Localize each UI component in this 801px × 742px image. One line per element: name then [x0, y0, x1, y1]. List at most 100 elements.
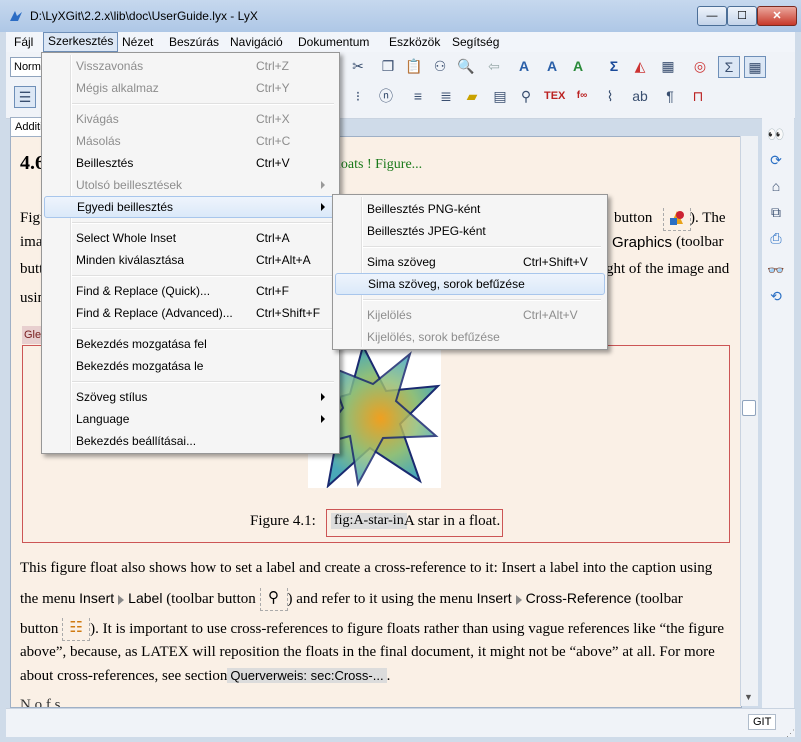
menu-language[interactable]: Language	[44, 408, 337, 430]
search-icon[interactable]: 🔍	[456, 56, 476, 76]
view-eyes-icon[interactable]: 👀	[766, 124, 786, 144]
math-sigma-icon[interactable]: Σ	[604, 56, 624, 76]
para2-line3-b: ). It is important to use cross-referenc…	[90, 620, 725, 637]
menu-paste[interactable]: Beillesztés Ctrl+V	[44, 152, 337, 174]
menu-insert-text: Insert	[79, 589, 115, 606]
text-style-icon[interactable]: ab	[630, 86, 650, 106]
menu-move-paragraph-up[interactable]: Bekezdés mozgatása fel	[44, 333, 337, 355]
paste-icon[interactable]: 📋	[404, 56, 424, 76]
bookmark-icon[interactable]: ⊓	[688, 86, 708, 106]
label-button-icon: ⚲	[259, 588, 288, 611]
vertical-scrollbar[interactable]	[740, 136, 758, 706]
menu-separator	[72, 222, 334, 224]
menu-navigate[interactable]: Navigáció	[226, 33, 287, 51]
menu-separator	[72, 328, 334, 330]
menu-copy[interactable]: Másolás Ctrl+C	[44, 130, 337, 152]
menu-paste-selection-join-lines[interactable]: Kijelölés, sorok befűzése	[335, 326, 605, 348]
view-other-icon[interactable]: 👓	[766, 260, 786, 280]
para1-line2-end: (toolbar	[676, 234, 724, 250]
resize-grip-icon[interactable]: ⋰	[786, 728, 795, 739]
footnote-icon[interactable]: f∞	[572, 86, 592, 106]
para1-line3-end: ght of the image and	[606, 261, 730, 277]
menu-paste-png[interactable]: Beillesztés PNG-ként	[335, 198, 605, 220]
binoculars-icon[interactable]: ⚇	[430, 56, 450, 76]
menu-view[interactable]: Nézet	[118, 33, 157, 51]
menu-file[interactable]: Fájl	[10, 33, 37, 51]
attach-icon[interactable]: ⌇	[600, 86, 620, 106]
menu-arrow-icon-2	[515, 594, 522, 605]
folder-view-icon[interactable]: ⌂	[766, 176, 786, 196]
para2-line2-c: ) and refer to it using the menu	[287, 590, 473, 607]
submenu-arrow-icon	[321, 181, 325, 189]
back-arrow-icon[interactable]: ⇦	[484, 56, 504, 76]
scroll-down-icon[interactable]: ▼	[744, 692, 753, 702]
menu-select-whole-inset[interactable]: Select Whole Inset Ctrl+A	[44, 227, 337, 249]
menu-undo[interactable]: Visszavonás Ctrl+Z	[44, 55, 337, 77]
insert-graphics-icon[interactable]: ◭	[630, 56, 650, 76]
menu-find-replace-quick[interactable]: Find & Replace (Quick)... Ctrl+F	[44, 280, 337, 302]
menu-arrow-icon	[118, 594, 125, 605]
para1-line2-start: ima	[20, 234, 43, 250]
para2-line4: above”, because, as LATEX will repositio…	[20, 644, 715, 660]
menu-document[interactable]: Dokumentum	[294, 33, 373, 51]
index-entry-label[interactable]: loats ! Figure...	[337, 157, 422, 173]
menu-tools[interactable]: Eszközök	[385, 33, 444, 51]
crossref-inset[interactable]: Querverweis: sec:Cross-...	[227, 668, 387, 683]
update-other-icon[interactable]: ⟲	[766, 286, 786, 306]
menu-cut[interactable]: Kivágás Ctrl+X	[44, 108, 337, 130]
scrollbar-thumb[interactable]	[742, 400, 756, 416]
box-icon[interactable]: ▤	[490, 86, 510, 106]
menu-paste-jpeg[interactable]: Beillesztés JPEG-ként	[335, 220, 605, 242]
menu-select-all[interactable]: Minden kiválasztása Ctrl+Alt+A	[44, 249, 337, 271]
para1-line1-end: button	[614, 210, 653, 226]
menu-find-replace-advanced[interactable]: Find & Replace (Advanced)... Ctrl+Shift+F	[44, 302, 337, 324]
para2-line2-d: (toolbar	[631, 590, 683, 607]
tex-code-icon[interactable]: TEX	[544, 86, 565, 106]
paragraph-icon[interactable]: ¶	[660, 86, 680, 106]
compass-icon[interactable]: ◎	[690, 56, 710, 76]
close-button[interactable]: ✕	[757, 6, 797, 26]
menu-help[interactable]: Segítség	[448, 33, 503, 51]
copy-icon[interactable]: ❐	[378, 56, 398, 76]
menu-paragraph-settings[interactable]: Bekezdés beállításai...	[44, 430, 337, 452]
menu-insert[interactable]: Beszúrás	[165, 33, 223, 51]
cut-icon[interactable]: ✂	[348, 56, 368, 76]
menu-paste-plain-text[interactable]: Sima szöveg Ctrl+Shift+V	[335, 251, 605, 273]
menu-recent-pastes[interactable]: Utolsó beillesztések	[44, 174, 337, 196]
note-icon[interactable]: ▰	[462, 86, 482, 106]
export-icon[interactable]: ⎙	[766, 228, 786, 248]
para2-line3-a: button	[20, 620, 59, 637]
refresh-icon[interactable]: ⟳	[766, 150, 786, 170]
menu-text-style[interactable]: Szöveg stílus	[44, 386, 337, 408]
menu-redo[interactable]: Mégis alkalmaz Ctrl+Y	[44, 77, 337, 99]
menu-separator	[363, 246, 601, 248]
lyx-app-icon	[10, 11, 22, 21]
para3-cut-line: N o f s	[20, 697, 61, 707]
align-left-icon[interactable]: ≡	[408, 86, 428, 106]
menu-move-paragraph-down[interactable]: Bekezdés mozgatása le	[44, 355, 337, 377]
maximize-button[interactable]: ☐	[727, 6, 757, 26]
update-icon[interactable]: ⧉	[766, 202, 786, 222]
table-icon[interactable]: ▦	[658, 56, 678, 76]
font-a-icon[interactable]: A	[514, 56, 534, 76]
note-n-icon[interactable]: ⓝ	[376, 86, 396, 106]
minimize-button[interactable]: —	[697, 6, 727, 26]
para2-line2: the menu Insert Label (toolbar button ⚲) …	[20, 588, 730, 611]
status-bar	[6, 708, 795, 737]
para2-line1: This figure float also shows how to set …	[20, 560, 713, 576]
menu-paste-plain-text-join-lines[interactable]: Sima szöveg, sorok befűzése	[335, 273, 605, 295]
math-panel-icon[interactable]: Σ	[718, 56, 740, 78]
listing-icon[interactable]: ⁝	[348, 86, 368, 106]
font-style-icon[interactable]: A	[542, 56, 562, 76]
align-center-icon[interactable]: ≣	[436, 86, 456, 106]
toc-icon[interactable]: ☰	[14, 86, 36, 108]
table-panel-icon[interactable]: ▦	[744, 56, 766, 78]
menu-paste-selection[interactable]: Kijelölés Ctrl+Alt+V	[335, 304, 605, 326]
menu-edit[interactable]: Szerkesztés	[43, 32, 119, 52]
font-color-icon[interactable]: A	[568, 56, 588, 76]
label-icon[interactable]: ⚲	[516, 86, 536, 106]
caption-label-inset[interactable]: fig:A-star-in	[331, 513, 407, 529]
menu-paste-special[interactable]: Egyedi beillesztés	[44, 196, 337, 218]
menu-insert-text-2: Insert	[476, 589, 512, 606]
paste-special-submenu: Beillesztés PNG-ként Beillesztés JPEG-ké…	[332, 194, 608, 350]
